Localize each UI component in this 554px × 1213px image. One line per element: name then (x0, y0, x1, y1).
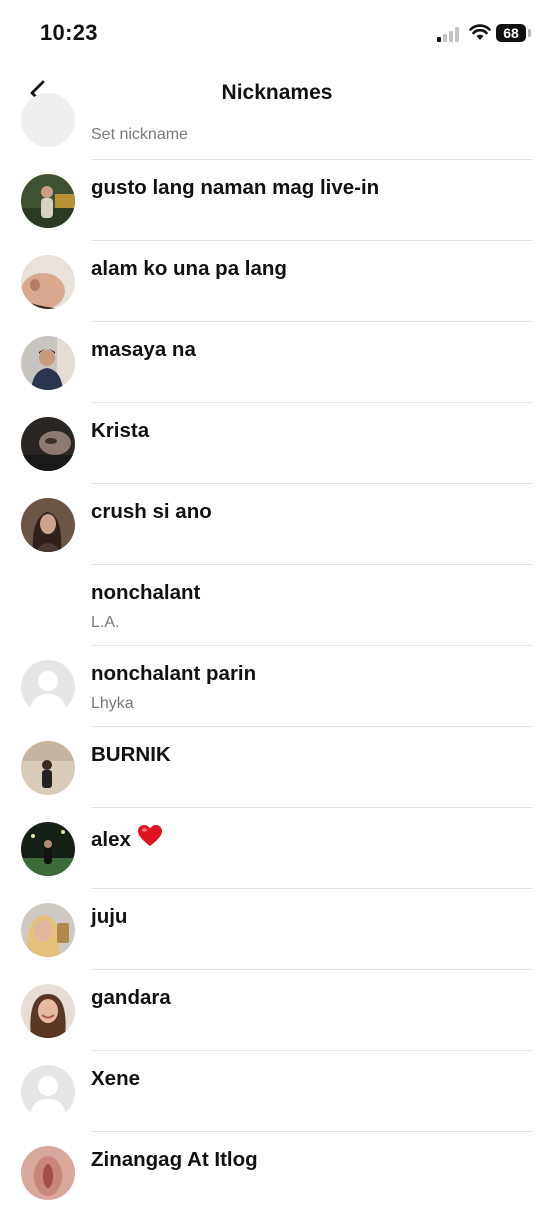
member-name: L.A. (91, 614, 120, 631)
nickname: alex (91, 824, 163, 852)
list-item[interactable]: juju (0, 889, 554, 970)
list-item[interactable]: nonchalant parin Lhyka (0, 646, 554, 727)
list-item[interactable]: gandara (0, 970, 554, 1051)
cellular-signal-icon (437, 26, 463, 42)
heart-icon (137, 825, 162, 846)
list-item[interactable]: Xene (0, 1051, 554, 1132)
nickname: Krista (91, 419, 150, 442)
nickname: masaya na (91, 338, 196, 361)
nickname: nonchalant (91, 581, 201, 604)
avatar (21, 822, 75, 876)
avatar (21, 1146, 75, 1200)
nickname: crush si ano (91, 500, 212, 523)
nickname: Zinangag At Itlog (91, 1148, 258, 1171)
wifi-icon (469, 24, 491, 40)
avatar (21, 741, 75, 795)
nickname: gandara (91, 986, 171, 1009)
page-title: Nicknames (221, 81, 333, 104)
nickname: juju (91, 905, 128, 928)
nickname: gusto lang naman mag live-in (91, 176, 380, 199)
list-item[interactable]: nonchalant L.A. (0, 565, 554, 646)
status-bar: 10:23 68 (0, 0, 554, 62)
avatar (21, 984, 75, 1038)
avatar (21, 336, 75, 390)
battery-cap (528, 29, 531, 37)
nickname-text: alex (91, 828, 131, 851)
avatar (21, 174, 75, 228)
nickname: nonchalant parin (91, 662, 257, 685)
nickname-list: Set nickname gusto lang naman mag live-i… (0, 93, 554, 1213)
default-avatar-icon (21, 1065, 75, 1119)
member-name: Lhyka (91, 695, 134, 712)
battery-indicator: 68 (496, 24, 526, 42)
avatar (21, 498, 75, 552)
list-item[interactable]: crush si ano (0, 484, 554, 565)
nickname: Xene (91, 1067, 140, 1090)
nickname: BURNIK (91, 743, 171, 766)
list-item[interactable]: alam ko una pa lang (0, 241, 554, 322)
status-time: 10:23 (40, 20, 98, 45)
list-item[interactable]: gusto lang naman mag live-in (0, 160, 554, 241)
nickname: alam ko una pa lang (91, 257, 287, 280)
avatar (21, 93, 75, 147)
avatar (21, 255, 75, 309)
list-item[interactable]: Zinangag At Itlog (0, 1132, 554, 1213)
default-avatar-icon (21, 660, 75, 714)
list-item[interactable]: BURNIK (0, 727, 554, 808)
list-item[interactable]: alex (0, 808, 554, 889)
list-item[interactable]: Set nickname (0, 93, 554, 160)
list-item[interactable]: masaya na (0, 322, 554, 403)
avatar (21, 417, 75, 471)
set-nickname-label: Set nickname (91, 126, 188, 143)
list-item[interactable]: Krista (0, 403, 554, 484)
avatar (21, 903, 75, 957)
